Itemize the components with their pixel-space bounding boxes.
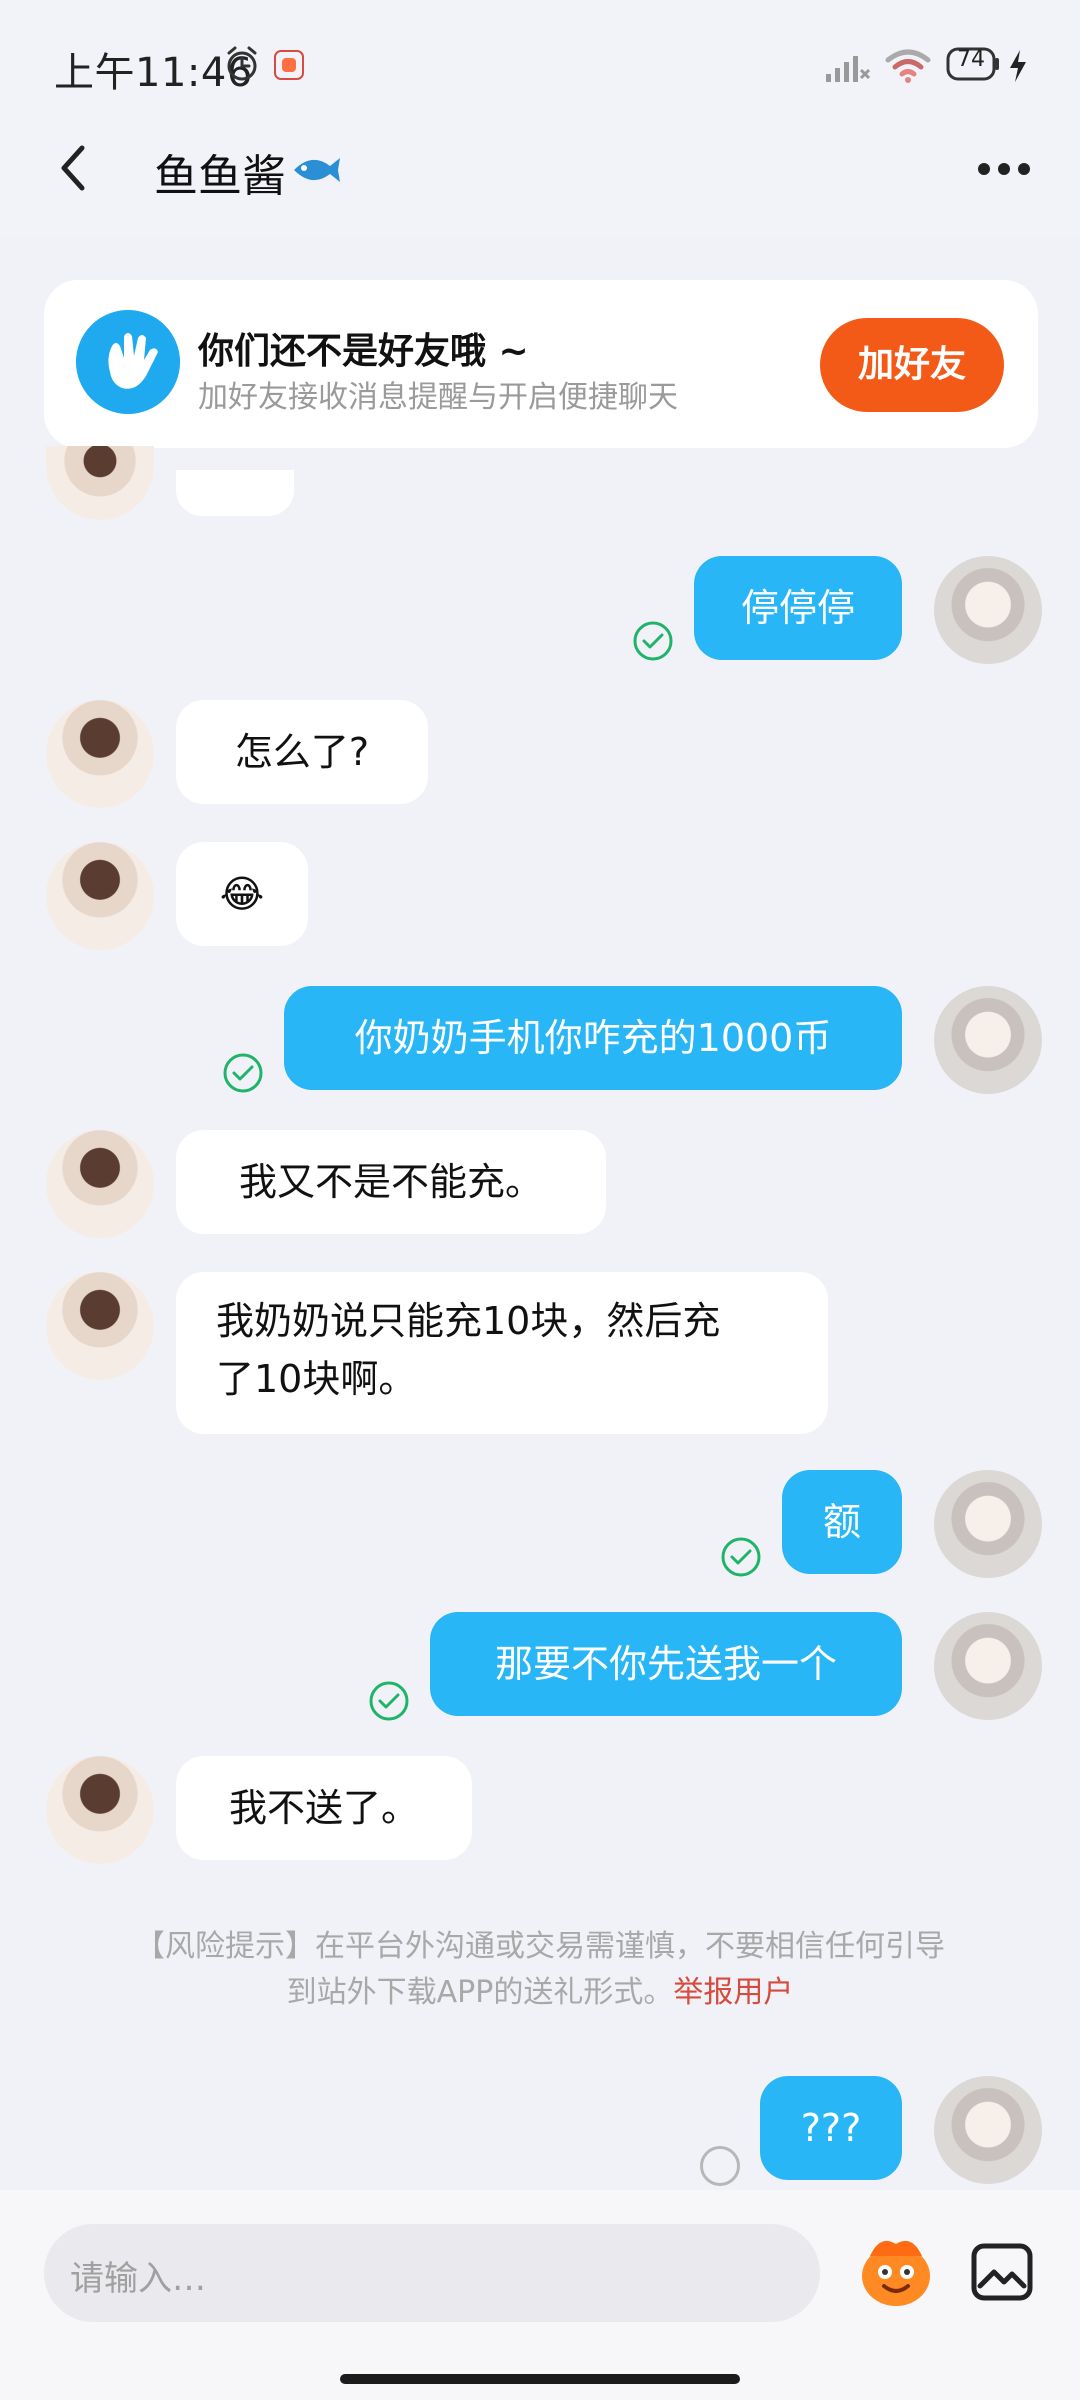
message-bubble[interactable] (176, 470, 294, 516)
message-bubble-out[interactable]: 停停停 (694, 556, 902, 660)
message-bubble-in[interactable]: 我又不是不能充。 (176, 1130, 606, 1234)
message-bubble-out[interactable]: 额 (782, 1470, 902, 1574)
risk-warning-text: 到站外下载APP的送礼形式。 (286, 1975, 674, 2010)
app-notification-icon (274, 50, 304, 80)
report-user-link[interactable]: 举报用户 (673, 1975, 793, 2010)
read-check-icon (369, 1681, 409, 1721)
read-check-icon (633, 621, 673, 661)
avatar[interactable] (934, 986, 1042, 1094)
message-bubble-in[interactable]: 😂 (176, 842, 308, 946)
charging-icon (1010, 50, 1026, 82)
message-bubble-out[interactable]: ??? (760, 2076, 902, 2180)
add-friend-button[interactable]: 加好友 (820, 318, 1004, 412)
message-bubble-in[interactable]: 我奶奶说只能充10块，然后充 了10块啊。 (176, 1272, 828, 1434)
page-title: 鱼鱼酱 (154, 151, 286, 202)
emoji-mascot-icon[interactable] (850, 2226, 942, 2318)
risk-warning-line1: 【风险提示】在平台外沟通或交易需谨慎，不要相信任何引导 (135, 1929, 945, 1964)
pending-status-icon (700, 2146, 740, 2186)
avatar[interactable] (46, 446, 154, 520)
battery-level: 74 (957, 47, 985, 72)
image-gallery-icon[interactable] (970, 2242, 1034, 2302)
read-check-icon (721, 1537, 761, 1577)
read-check-icon (223, 1053, 263, 1093)
message-line: 了10块啊。 (216, 1357, 417, 1401)
avatar[interactable] (934, 1612, 1042, 1720)
friend-banner-subtitle: 加好友接收消息提醒与开启便捷聊天 (198, 380, 678, 415)
avatar[interactable] (46, 700, 154, 808)
avatar[interactable] (934, 1470, 1042, 1578)
friend-banner: 你们还不是好友哦 ~ 加好友接收消息提醒与开启便捷聊天 加好友 (44, 280, 1038, 448)
friend-banner-title: 你们还不是好友哦 ~ (198, 331, 529, 372)
message-bubble-out[interactable]: 那要不你先送我一个 (430, 1612, 902, 1716)
risk-warning-line2: 到站外下载APP的送礼形式。举报用户 (96, 1970, 984, 2016)
message-bubble-in[interactable]: 怎么了? (176, 700, 428, 804)
alarm-clock-icon (227, 46, 257, 81)
wifi-icon (885, 49, 931, 83)
home-indicator[interactable] (340, 2374, 740, 2384)
message-bubble-out[interactable]: 你奶奶手机你咋充的1000币 (284, 986, 902, 1090)
more-dots-icon[interactable] (976, 160, 1032, 178)
message-input-placeholder: 请输入… (70, 2259, 206, 2299)
avatar[interactable] (46, 1272, 154, 1380)
message-line: 我奶奶说只能充10块，然后充 (216, 1299, 721, 1343)
avatar[interactable] (934, 2076, 1042, 2184)
avatar[interactable] (934, 556, 1042, 664)
risk-warning: 【风险提示】在平台外沟通或交易需谨慎，不要相信任何引导 到站外下载APP的送礼形… (96, 1924, 984, 2016)
avatar[interactable] (46, 1756, 154, 1864)
signal-icon (826, 56, 871, 82)
back-arrow-icon[interactable] (52, 140, 96, 196)
fish-icon (294, 158, 340, 182)
message-bubble-in[interactable]: 我不送了。 (176, 1756, 472, 1860)
waving-hand-icon (76, 310, 180, 414)
avatar[interactable] (46, 842, 154, 950)
avatar[interactable] (46, 1130, 154, 1238)
